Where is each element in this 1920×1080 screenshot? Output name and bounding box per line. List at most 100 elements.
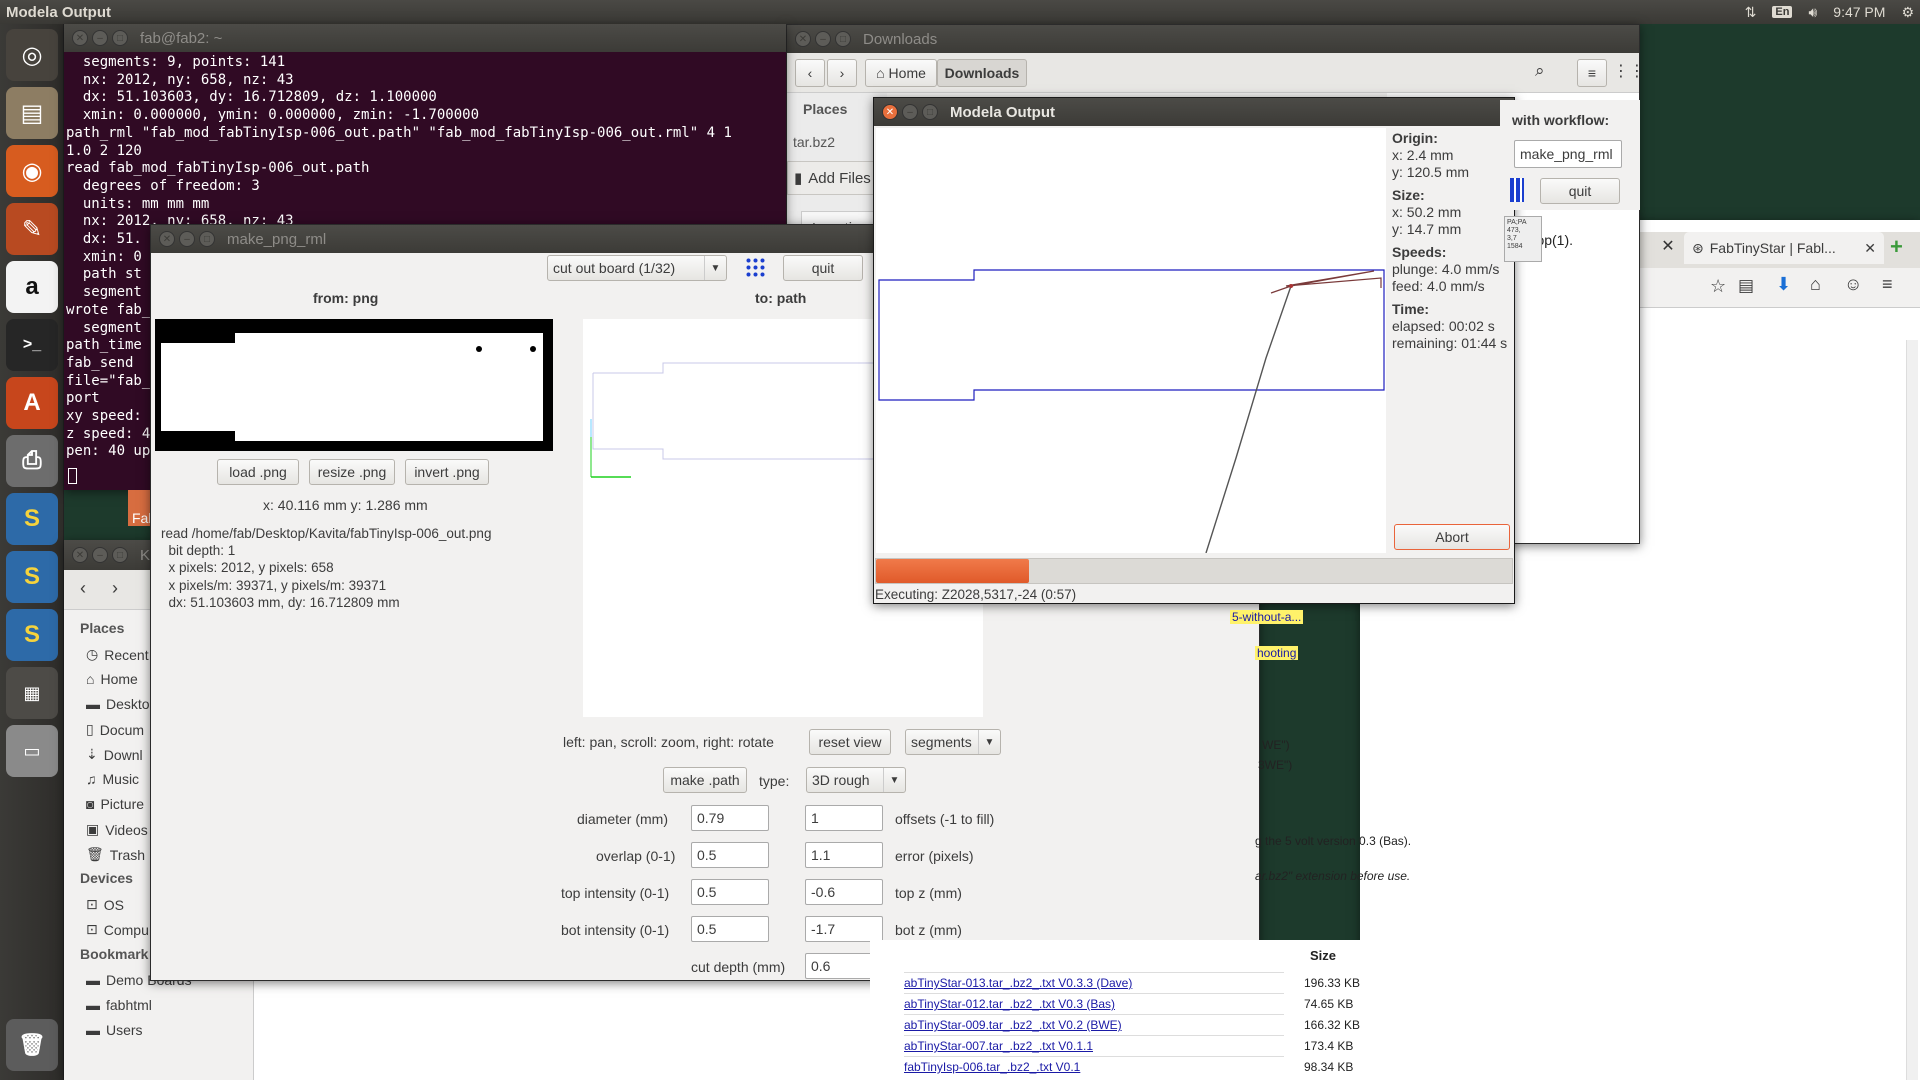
size-y: y: 14.7 mm	[1392, 221, 1462, 237]
ubuntu-icon[interactable]: ◎	[6, 29, 58, 81]
network-icon[interactable]: ⇅	[1745, 4, 1757, 21]
diameter-field[interactable]: 0.79	[691, 805, 769, 831]
table-row[interactable]: abTinyStar-007.tar_.bz2_.txt V0.1.1 173.4…	[904, 1035, 1353, 1056]
python-icon[interactable]: S	[6, 609, 58, 661]
menu-icon[interactable]: ≡	[1882, 274, 1893, 295]
quit-button[interactable]: quit	[1540, 178, 1620, 204]
python-icon[interactable]: S	[6, 493, 58, 545]
toolpath-canvas[interactable]	[876, 128, 1386, 553]
abort-button[interactable]: Abort	[1394, 524, 1510, 550]
software-icon[interactable]: A	[6, 377, 58, 429]
python-icon[interactable]: S	[6, 551, 58, 603]
breadcrumb-home[interactable]: ⌂ Home	[865, 59, 937, 87]
make-path-button[interactable]: make .path	[663, 767, 747, 793]
minimize-icon[interactable]: –	[902, 104, 918, 120]
sidebar-item-home[interactable]: ⌂ Home	[86, 671, 138, 687]
drive-icon[interactable]: ▭	[6, 725, 58, 777]
scrollbar[interactable]	[1906, 340, 1918, 1080]
quit-button[interactable]: quit	[783, 255, 863, 281]
file-thumbnail[interactable]: PA;PA 473, 3,7 1584	[1504, 216, 1542, 262]
keyboard-layout-indicator[interactable]: En	[1772, 6, 1793, 18]
close-icon[interactable]: ✕	[882, 104, 898, 120]
bookmark-star-icon[interactable]: ☆	[1710, 276, 1726, 297]
tab-fabtinystar[interactable]: ⊛ FabTinyStar | Fabl... ✕	[1684, 232, 1884, 264]
new-tab-icon[interactable]: +	[1890, 234, 1903, 260]
breadcrumb-downloads[interactable]: Downloads	[937, 59, 1027, 87]
amazon-icon[interactable]: a	[6, 261, 58, 313]
bot-intensity-field[interactable]: 0.5	[691, 916, 769, 942]
search-icon[interactable]: ⌕	[1535, 61, 1545, 81]
table-row[interactable]: abTinyStar-012.tar_.bz2_.txt V0.3 (Bas) 7…	[904, 993, 1353, 1014]
maximize-icon[interactable]: □	[922, 104, 938, 120]
forward-icon[interactable]: ›	[827, 59, 857, 87]
table-row[interactable]: abTinyStar-013.tar_.bz2_.txt V0.3.3 (Dav…	[904, 972, 1360, 993]
home-icon[interactable]: ⌂	[1810, 274, 1821, 295]
sidebar-item-videos[interactable]: ▣ Videos	[86, 821, 148, 838]
minimize-icon[interactable]: –	[815, 31, 831, 47]
maximize-icon[interactable]: □	[199, 231, 215, 247]
table-row[interactable]: fabTinyIsp-006.tar_.bz2_.txt V0.1 98.34 K…	[904, 1056, 1353, 1077]
reading-list-icon[interactable]: ▤	[1738, 276, 1754, 296]
reset-view-button[interactable]: reset view	[809, 729, 891, 755]
workflow-field[interactable]: make_png_rml	[1514, 140, 1622, 168]
close-icon[interactable]: ✕	[72, 30, 88, 46]
back-icon[interactable]: ‹	[795, 59, 825, 87]
table-row[interactable]: abTinyStar-009.tar_.bz2_.txt V0.2 (BWE) 1…	[904, 1014, 1360, 1035]
files-icon[interactable]: ▤	[6, 87, 58, 139]
sidebar-item-recent[interactable]: ◷ Recent	[86, 646, 149, 663]
highlighted-link[interactable]: 5-without-a...	[1230, 610, 1304, 624]
top-z-field[interactable]: -0.6	[805, 879, 883, 905]
sidebar-item-trash[interactable]: 🗑︎ Trash	[86, 846, 145, 863]
close-icon[interactable]: ✕	[795, 31, 811, 47]
maximize-icon[interactable]: □	[112, 30, 128, 46]
workspaces-icon[interactable]: ▦	[6, 667, 58, 719]
printer-icon[interactable]: ⎙	[6, 435, 58, 487]
resize-png-button[interactable]: resize .png	[309, 459, 395, 485]
minimize-icon[interactable]: –	[92, 30, 108, 46]
close-tab-icon[interactable]: ✕	[1864, 240, 1876, 257]
grid-view-icon[interactable]: ⋮⋮	[1613, 61, 1639, 81]
error-field[interactable]: 1.1	[805, 842, 883, 868]
clock[interactable]: 9:47 PM	[1833, 4, 1885, 20]
sidebar-item-downloads[interactable]: ⇣ Downl	[86, 746, 143, 763]
view-mode-select[interactable]: segments ▼	[905, 729, 1001, 755]
highlighted-link[interactable]: hooting	[1255, 646, 1299, 660]
trash-icon[interactable]: 🗑︎	[6, 1019, 58, 1071]
sidebar-item-music[interactable]: ♫ Music	[86, 771, 139, 787]
back-icon[interactable]: ‹	[80, 578, 86, 599]
sidebar-item-desktop[interactable]: ▬ Deskto	[86, 696, 150, 712]
overlap-field[interactable]: 0.5	[691, 842, 769, 868]
sidebar-item-computer[interactable]: ⊡ Compu	[86, 921, 149, 938]
sidebar-item-documents[interactable]: ▯ Docum	[86, 721, 144, 738]
chat-icon[interactable]: ☺	[1844, 274, 1862, 295]
maximize-icon[interactable]: □	[112, 547, 128, 563]
bot-z-field[interactable]: -1.7	[805, 916, 883, 942]
terminal-icon[interactable]: >_	[6, 319, 58, 371]
forward-icon[interactable]: ›	[112, 578, 118, 599]
firefox-icon[interactable]: ◉	[6, 145, 58, 197]
sidebar-item-os[interactable]: ⊡ OS	[86, 896, 124, 913]
close-tab-icon[interactable]: ✕	[1654, 232, 1682, 260]
minimize-icon[interactable]: –	[92, 547, 108, 563]
top-intensity-field[interactable]: 0.5	[691, 879, 769, 905]
sidebar-item-pictures[interactable]: ◙ Picture	[86, 796, 144, 812]
sidebar-item-fabhtml[interactable]: ▬ fabhtml	[86, 997, 152, 1013]
menu-icon[interactable]: ≡	[1577, 59, 1607, 87]
maximize-icon[interactable]: □	[835, 31, 851, 47]
close-icon[interactable]: ✕	[72, 547, 88, 563]
settings-icon[interactable]: ✎	[6, 203, 58, 255]
invert-png-button[interactable]: invert .png	[405, 459, 489, 485]
minimize-icon[interactable]: –	[179, 231, 195, 247]
load-png-button[interactable]: load .png	[217, 459, 299, 485]
close-icon[interactable]: ✕	[159, 231, 175, 247]
volume-icon[interactable]: 🔊︎	[1808, 4, 1817, 21]
gear-icon[interactable]: ⚙	[1901, 4, 1914, 21]
size-x: x: 50.2 mm	[1392, 204, 1462, 220]
sidebar-item-users[interactable]: ▬ Users	[86, 1022, 143, 1038]
type-select[interactable]: 3D rough ▼	[806, 767, 906, 793]
grid-icon[interactable]	[745, 257, 767, 279]
offsets-field[interactable]: 1	[805, 805, 883, 831]
mode-select[interactable]: cut out board (1/32) ▼	[547, 255, 727, 281]
download-icon[interactable]: ⬇	[1776, 274, 1791, 295]
png-preview[interactable]	[155, 319, 553, 451]
